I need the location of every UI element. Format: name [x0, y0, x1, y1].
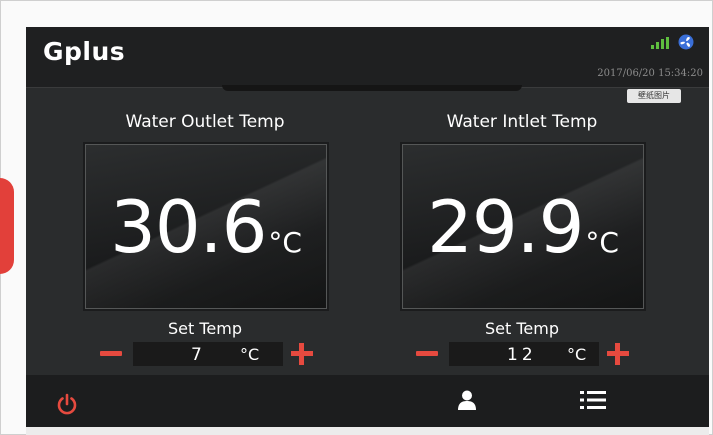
inlet-title: Water Intlet Temp	[446, 112, 598, 132]
wallpaper-button[interactable]: 壁纸图片	[627, 89, 681, 103]
outlet-increase-button[interactable]	[291, 343, 313, 365]
signal-icon	[651, 37, 669, 49]
inlet-set-value: 12	[507, 345, 537, 365]
datetime-readout: 2017/06/20 15:34:20	[597, 68, 703, 79]
inlet-temp-display: 29.9°C	[402, 144, 644, 309]
outlet-decrease-button[interactable]	[100, 351, 122, 356]
inlet-set-field[interactable]: 12 °C	[449, 342, 599, 366]
inlet-set-unit: °C	[567, 345, 587, 364]
inlet-set-label: Set Temp	[485, 319, 559, 338]
outlet-set-label: Set Temp	[168, 319, 242, 338]
outlet-temp-unit: °C	[268, 226, 302, 259]
header-bar: Gplus 2017/06/20 15:34:20	[26, 27, 709, 91]
header-notch	[222, 85, 522, 91]
plus-icon	[299, 343, 304, 365]
fan-icon	[678, 34, 694, 50]
inlet-increase-button[interactable]	[607, 343, 629, 365]
inlet-temp-number: 29.9	[427, 185, 584, 269]
outlet-title: Water Outlet Temp	[125, 112, 285, 132]
device-bottom-edge	[26, 427, 709, 435]
brand-logo: Gplus	[43, 37, 126, 66]
footer-bar	[26, 375, 709, 427]
hmi-screen: Gplus 2017/06/20 15:34:20 壁纸图片 Water Out…	[26, 27, 709, 427]
user-icon[interactable]	[456, 389, 478, 411]
power-icon[interactable]	[56, 393, 78, 415]
inlet-temp-value: 29.9°C	[403, 187, 643, 267]
outlet-set-field[interactable]: 7 °C	[133, 342, 283, 366]
outlet-set-unit: °C	[240, 345, 260, 364]
menu-icon[interactable]	[580, 390, 606, 410]
outlet-set-value: 7	[191, 345, 202, 365]
inlet-temp-unit: °C	[585, 226, 619, 259]
outlet-temp-display: 30.6°C	[85, 144, 327, 309]
outlet-temp-number: 30.6	[110, 185, 267, 269]
inlet-decrease-button[interactable]	[416, 351, 438, 356]
outlet-set-control: 7 °C	[100, 341, 315, 367]
side-tab	[0, 178, 14, 274]
inlet-set-control: 12 °C	[416, 341, 631, 367]
plus-icon	[615, 343, 620, 365]
outlet-temp-value: 30.6°C	[86, 187, 326, 267]
